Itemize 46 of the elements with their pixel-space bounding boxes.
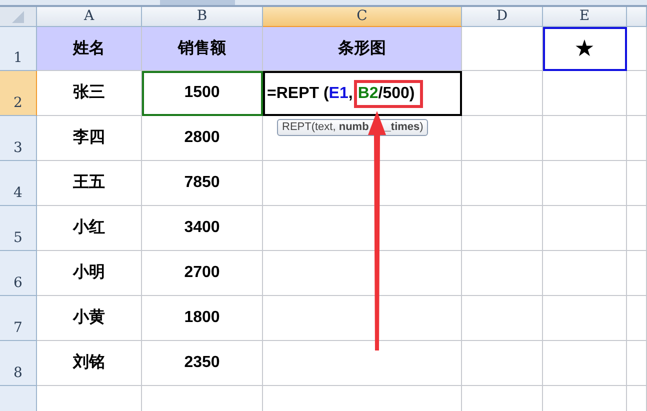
empty-cell xyxy=(627,206,647,251)
table-cell: 条形图 xyxy=(263,27,462,71)
row-header[interactable]: 6 xyxy=(0,251,37,296)
column-header[interactable]: A xyxy=(37,7,142,27)
table-cell: 2800 xyxy=(142,116,263,161)
table-cell: 张三 xyxy=(37,71,142,116)
column-header[interactable]: C xyxy=(263,7,462,27)
highlight-frame: B2/500) xyxy=(354,80,423,108)
row-header[interactable]: 8 xyxy=(0,341,37,386)
table-cell: ★ xyxy=(543,27,627,71)
empty-cell xyxy=(627,251,647,296)
table-cell: 1500 xyxy=(142,71,263,116)
column-header[interactable]: B xyxy=(142,7,263,27)
column-header[interactable]: D xyxy=(462,7,543,27)
table-cell: 销售额 xyxy=(142,27,263,71)
table-cell: 李四 xyxy=(37,116,142,161)
row-header[interactable]: 4 xyxy=(0,161,37,206)
table-cell: 2700 xyxy=(142,251,263,296)
column-header[interactable] xyxy=(627,7,647,27)
table-cell: 3400 xyxy=(142,206,263,251)
row-header[interactable]: 1 xyxy=(0,27,37,71)
column-header[interactable]: E xyxy=(543,7,627,27)
select-all-button[interactable] xyxy=(0,7,37,27)
row-header[interactable] xyxy=(0,386,37,411)
row-header[interactable]: 2 xyxy=(0,71,37,116)
empty-cell xyxy=(627,161,647,206)
table-cell: 姓名 xyxy=(37,27,142,71)
select-all-icon xyxy=(11,10,25,24)
formula-cell[interactable]: =REPT (E1, B2/500) xyxy=(263,71,462,116)
table-cell: 刘铭 xyxy=(37,341,142,386)
row-header[interactable]: 3 xyxy=(0,116,37,161)
tooltip-text: _times) xyxy=(384,121,424,133)
empty-cell xyxy=(627,116,647,161)
table-cell: 小黄 xyxy=(37,296,142,341)
table-cell: 1800 xyxy=(142,296,263,341)
row-header[interactable]: 7 xyxy=(0,296,37,341)
empty-cell xyxy=(627,296,647,341)
row-header[interactable]: 5 xyxy=(0,206,37,251)
table-cell: 小红 xyxy=(37,206,142,251)
table-cell: 7850 xyxy=(142,161,263,206)
tooltip-text: REPT(text, numb xyxy=(282,121,369,133)
table-cell: 王五 xyxy=(37,161,142,206)
empty-cell xyxy=(627,341,647,386)
table-cell: 小明 xyxy=(37,251,142,296)
empty-cell xyxy=(627,71,647,116)
table-cell: 2350 xyxy=(142,341,263,386)
